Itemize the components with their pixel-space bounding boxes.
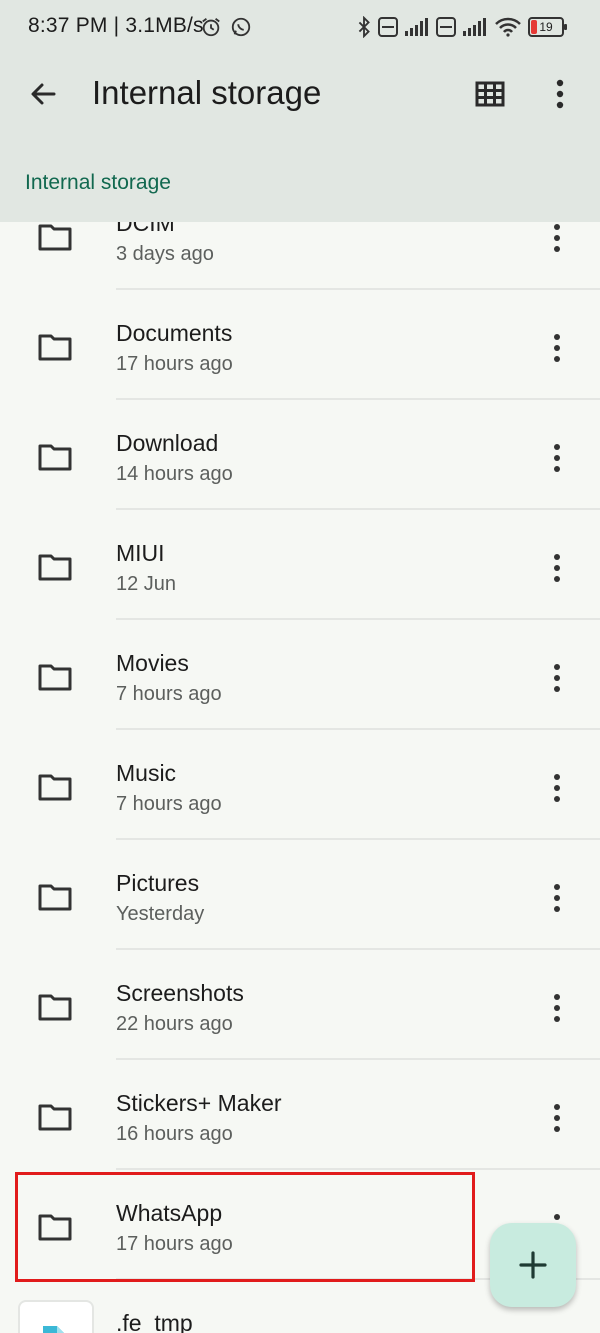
list-item[interactable]: Download 14 hours ago [0, 400, 600, 510]
item-date: 7 hours ago [116, 793, 222, 815]
item-date: 16 hours ago [116, 1123, 233, 1145]
folder-icon [38, 664, 72, 691]
item-name: .fe_tmp [116, 1310, 193, 1333]
item-name: WhatsApp [116, 1200, 223, 1226]
folder-icon [38, 334, 72, 361]
item-name: Pictures [116, 870, 200, 896]
list-item[interactable]: Screenshots 22 hours ago [0, 950, 600, 1060]
item-more-icon[interactable] [540, 878, 574, 918]
status-time: 8:37 PM | 3.1MB/s [28, 14, 204, 37]
alarm-icon [202, 18, 220, 37]
folder-icon [38, 554, 72, 581]
item-date: 17 hours ago [116, 353, 233, 375]
folder-icon [38, 444, 72, 471]
back-arrow-icon[interactable] [22, 72, 66, 116]
list-item[interactable]: Documents 17 hours ago [0, 290, 600, 400]
item-name: Documents [116, 320, 233, 346]
signal-icon-2 [463, 18, 486, 36]
item-more-icon[interactable] [540, 328, 574, 368]
item-more-icon[interactable] [540, 438, 574, 478]
item-name: Download [116, 430, 219, 456]
item-date: 3 days ago [116, 243, 214, 265]
item-more-icon[interactable] [540, 1098, 574, 1138]
battery-indicator: 19 [528, 17, 567, 37]
item-date: Yesterday [116, 903, 205, 925]
signal-icon [405, 18, 428, 36]
bluetooth-icon [358, 16, 370, 38]
list-item[interactable]: Stickers+ Maker 16 hours ago [0, 1060, 600, 1170]
list-item[interactable]: Music 7 hours ago [0, 730, 600, 840]
item-more-icon[interactable] [540, 658, 574, 698]
item-date: 14 hours ago [116, 463, 233, 485]
volte-icon [378, 17, 398, 37]
item-more-icon[interactable] [540, 218, 574, 258]
item-date: 7 hours ago [116, 683, 222, 705]
folder-icon [38, 1214, 72, 1241]
more-options-icon[interactable] [540, 74, 580, 114]
file-manager-screen: 8:37 PM | 3.1MB/s 19 Internal storage In… [0, 0, 600, 1333]
breadcrumb[interactable]: Internal storage [25, 171, 171, 195]
file-thumbnail [18, 1300, 94, 1333]
item-more-icon[interactable] [540, 988, 574, 1028]
page-title: Internal storage [92, 74, 322, 111]
file-icon [43, 1326, 64, 1333]
item-more-icon[interactable] [540, 768, 574, 808]
list-item[interactable]: Movies 7 hours ago [0, 620, 600, 730]
item-name: Stickers+ Maker [116, 1090, 282, 1116]
folder-icon [38, 224, 72, 251]
volte-icon-2 [436, 17, 456, 37]
folder-icon [38, 774, 72, 801]
item-name: Screenshots [116, 980, 244, 1006]
item-date: 22 hours ago [116, 1013, 233, 1035]
add-button[interactable] [490, 1223, 576, 1307]
plus-icon [519, 1251, 547, 1279]
list-item[interactable]: MIUI 12 Jun [0, 510, 600, 620]
wifi-icon [495, 17, 521, 37]
folder-icon [38, 1104, 72, 1131]
grid-view-icon[interactable] [470, 74, 510, 114]
folder-icon [38, 994, 72, 1021]
list-item[interactable]: Pictures Yesterday [0, 840, 600, 950]
item-date: 17 hours ago [116, 1233, 233, 1255]
file-list: DCIM 3 days ago Documents 17 hours ago D… [0, 180, 600, 1333]
app-header: 8:37 PM | 3.1MB/s 19 Internal storage In… [0, 0, 600, 222]
item-name: MIUI [116, 540, 165, 566]
item-date: 12 Jun [116, 573, 177, 595]
item-name: Movies [116, 650, 189, 676]
whatsapp-icon [231, 17, 251, 37]
item-more-icon[interactable] [540, 548, 574, 588]
folder-icon [38, 884, 72, 911]
item-name: Music [116, 760, 177, 786]
status-bar: 8:37 PM | 3.1MB/s 19 [0, 0, 600, 58]
